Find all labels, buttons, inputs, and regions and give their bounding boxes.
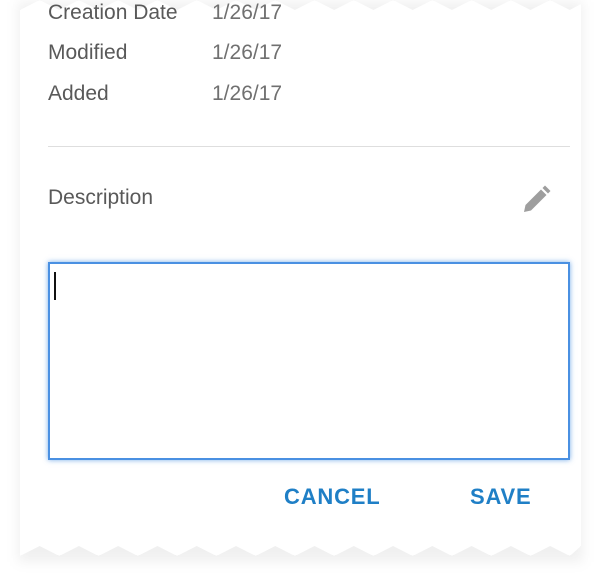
description-textarea-frame: [48, 262, 570, 460]
screen: Creation Date 1/26/17 Modified 1/26/17 A…: [0, 0, 601, 588]
section-divider: [48, 146, 570, 147]
pencil-icon[interactable]: [520, 184, 552, 216]
metadata-value: 1/26/17: [212, 82, 283, 105]
description-textarea[interactable]: [50, 264, 568, 458]
save-button[interactable]: SAVE: [470, 484, 531, 510]
metadata-value: 1/26/17: [212, 41, 283, 64]
cancel-button[interactable]: CANCEL: [284, 484, 380, 510]
metadata-label: Added: [48, 82, 109, 105]
metadata-label: Modified: [48, 41, 128, 64]
text-caret: [54, 272, 56, 300]
metadata-label: Creation Date: [48, 1, 178, 24]
pencil-icon-graphic: [524, 185, 551, 212]
metadata-value: 1/26/17: [212, 1, 283, 24]
description-label: Description: [48, 186, 154, 209]
